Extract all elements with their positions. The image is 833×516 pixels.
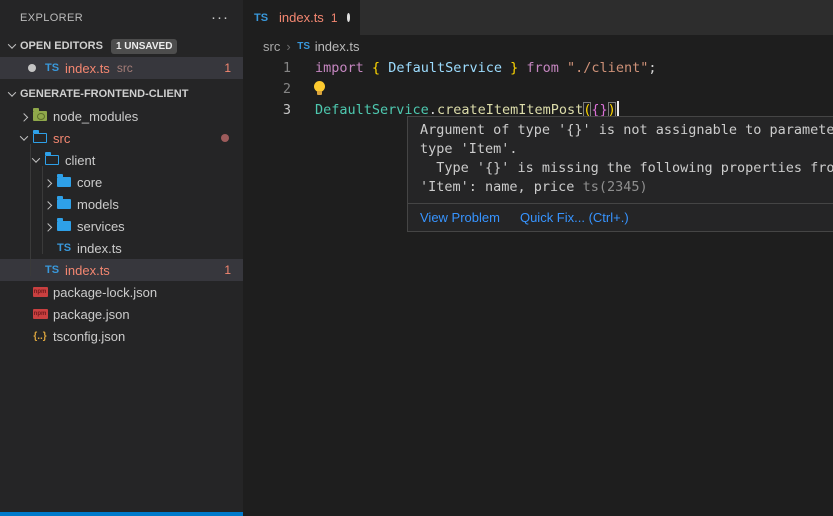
typescript-icon: TS (44, 262, 60, 278)
token-space (380, 60, 388, 76)
open-editor-item[interactable]: TS index.ts src 1 (0, 57, 243, 79)
breadcrumb-separator-icon: › (286, 39, 290, 54)
tree-item-models[interactable]: models (0, 193, 243, 215)
editor-group: TS index.ts 1 src › TS index.ts 1 2 3 im… (243, 0, 833, 516)
tab-file-name: index.ts (279, 10, 324, 25)
explorer-sidebar: EXPLORER ··· OPEN EDITORS 1 UNSAVED TS i… (0, 0, 243, 516)
token-semicolon: ; (648, 60, 656, 76)
tree-item-tsconfig-json[interactable]: {..} tsconfig.json (0, 325, 243, 347)
typescript-icon: TS (297, 38, 311, 54)
folder-icon (56, 196, 72, 212)
typescript-icon: TS (56, 240, 72, 256)
token-brace: { (372, 60, 380, 76)
node-modules-folder-icon (32, 108, 48, 124)
tree-item-core[interactable]: core (0, 171, 243, 193)
tree-item-label: services (77, 219, 125, 234)
tree-item-label: models (77, 197, 119, 212)
tree-item-label: package-lock.json (53, 285, 157, 300)
text-cursor-caret (617, 101, 619, 117)
open-editor-folder-description: src (117, 61, 133, 75)
hover-message: Argument of type '{}' is not assignable … (408, 117, 833, 203)
tree-item-label: tsconfig.json (53, 329, 125, 344)
token-import-name: DefaultService (388, 60, 502, 76)
chevron-down-icon[interactable] (4, 43, 20, 49)
error-count-badge: 1 (224, 61, 231, 75)
tree-item-label: core (77, 175, 102, 190)
hover-actions: View Problem Quick Fix... (Ctrl+.) (408, 203, 833, 231)
folder-icon (56, 218, 72, 234)
line-number: 1 (243, 58, 291, 79)
open-editors-label: OPEN EDITORS (20, 40, 103, 52)
typescript-icon: TS (44, 60, 60, 76)
tree-item-client-index-ts[interactable]: TS index.ts (0, 237, 243, 259)
hover-message-line: 'Item': name, price ts(2345) (420, 178, 833, 197)
tree-item-label: package.json (53, 307, 130, 322)
hover-message-text: 'Item': name, price (420, 179, 583, 195)
chevron-right-icon[interactable] (16, 113, 32, 119)
error-count-badge: 1 (224, 263, 231, 277)
json-config-icon: {..} (32, 328, 48, 344)
indent-guide (42, 166, 43, 254)
sidebar-title-bar: EXPLORER ··· (0, 0, 243, 35)
quick-fix-link[interactable]: Quick Fix... (Ctrl+.) (520, 210, 629, 225)
tree-item-node-modules[interactable]: node_modules (0, 105, 243, 127)
breadcrumb-folder[interactable]: src (263, 39, 280, 54)
folder-open-icon (44, 152, 60, 168)
folder-icon (56, 174, 72, 190)
tree-item-src[interactable]: src (0, 127, 243, 149)
token-string: "./client" (567, 60, 648, 76)
chevron-down-icon[interactable] (16, 135, 32, 141)
hover-message-line: Argument of type '{}' is not assignable … (420, 121, 833, 140)
hover-message-line: Type '{}' is missing the following prope… (420, 159, 833, 178)
ts-error-code: ts(2345) (583, 179, 648, 195)
tree-item-label: src (53, 131, 70, 146)
hover-message-line: type 'Item'. (420, 140, 833, 159)
workspace-section-header[interactable]: GENERATE-FRONTEND-CLIENT (0, 83, 243, 105)
line-number: 2 (243, 79, 291, 100)
typescript-icon: TS (253, 10, 269, 26)
line-number: 3 (243, 100, 291, 121)
workspace-name-label: GENERATE-FRONTEND-CLIENT (20, 88, 188, 100)
tree-item-label: client (65, 153, 95, 168)
quick-fix-lightbulb-icon[interactable] (313, 81, 326, 97)
token-keyword: import (315, 60, 372, 76)
token-keyword: from (518, 60, 567, 76)
tree-item-label: index.ts (65, 263, 110, 278)
tree-item-services[interactable]: services (0, 215, 243, 237)
tab-bar: TS index.ts 1 (243, 0, 833, 35)
tree-item-package-lock-json[interactable]: npm package-lock.json (0, 281, 243, 303)
token-space (502, 60, 510, 76)
error-dot-badge (221, 134, 229, 142)
error-hover-tooltip: Argument of type '{}' is not assignable … (407, 116, 833, 232)
more-actions-icon[interactable]: ··· (211, 13, 229, 23)
tab-modified-dot-icon[interactable] (347, 13, 351, 22)
tab-error-count: 1 (331, 11, 338, 25)
breadcrumb-file[interactable]: index.ts (315, 39, 360, 54)
tree-item-package-json[interactable]: npm package.json (0, 303, 243, 325)
folder-open-icon (32, 130, 48, 146)
tree-item-label: index.ts (77, 241, 122, 256)
npm-icon: npm (32, 284, 48, 300)
tree-item-src-index-ts[interactable]: TS index.ts 1 (0, 259, 243, 281)
code-line-1[interactable]: import { DefaultService } from "./client… (315, 58, 656, 79)
open-editor-file-name: index.ts (65, 61, 110, 76)
open-editors-section-header[interactable]: OPEN EDITORS 1 UNSAVED (0, 35, 243, 57)
npm-icon: npm (32, 306, 48, 322)
view-problem-link[interactable]: View Problem (420, 210, 500, 225)
indent-guide (30, 144, 31, 276)
status-bar[interactable] (0, 512, 243, 516)
unsaved-badge: 1 UNSAVED (111, 39, 178, 54)
breadcrumb: src › TS index.ts (243, 35, 833, 57)
tab-index-ts[interactable]: TS index.ts 1 (243, 0, 360, 35)
chevron-down-icon[interactable] (4, 91, 20, 97)
tree-item-client[interactable]: client (0, 149, 243, 171)
tree-item-label: node_modules (53, 109, 138, 124)
modified-dot-icon[interactable] (28, 64, 36, 72)
explorer-title: EXPLORER (20, 12, 211, 24)
